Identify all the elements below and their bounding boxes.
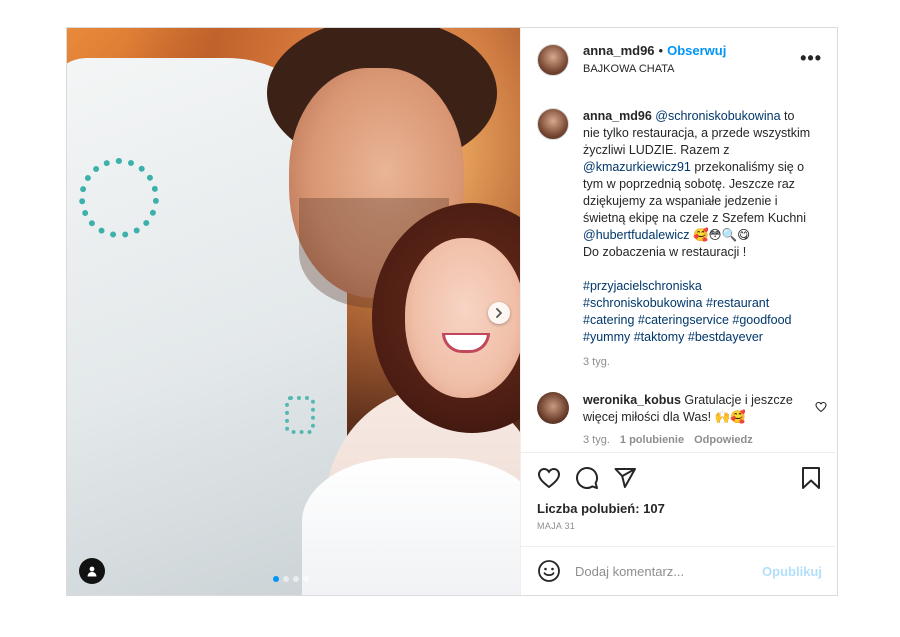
comment-item: weronika_kobus Gratulacje i jeszcze więc…	[537, 392, 827, 449]
heart-icon	[815, 401, 827, 413]
more-options-icon[interactable]: •••	[800, 48, 822, 69]
like-button[interactable]	[537, 466, 561, 490]
mention-link[interactable]: @kmazurkiewicz91	[583, 160, 691, 174]
emoji-icon[interactable]	[537, 559, 561, 583]
carousel-dot	[283, 576, 289, 582]
chevron-right-icon	[496, 308, 502, 318]
post-location[interactable]: BAJKOWA CHATA	[583, 61, 726, 77]
paper-plane-icon	[614, 468, 636, 488]
hashtag-link[interactable]: #schroniskobukowina #restaurant	[583, 296, 769, 310]
post-date: MAJA 31	[537, 521, 576, 531]
carousel-next-button[interactable]	[488, 302, 510, 324]
comment-likes[interactable]: 1 polubienie	[620, 432, 684, 449]
carousel-dot	[303, 576, 309, 582]
add-comment-bar: Dodaj komentarz... Opublikuj	[521, 546, 838, 595]
likes-count[interactable]: Liczba polubień: 107	[537, 501, 822, 516]
post-actions: Liczba polubień: 107 MAJA 31	[521, 452, 838, 531]
post-header: anna_md96 • Obserwuj BAJKOWA CHATA •••	[521, 28, 838, 92]
photo-jacket-logo	[79, 158, 159, 238]
post-card: anna_md96 • Obserwuj BAJKOWA CHATA ••• ann…	[66, 27, 838, 596]
heart-icon	[537, 467, 561, 489]
post-comment-button[interactable]: Opublikuj	[762, 564, 822, 579]
commenter-username[interactable]: weronika_kobus	[583, 393, 681, 407]
post-side-panel: anna_md96 • Obserwuj BAJKOWA CHATA ••• ann…	[520, 28, 838, 595]
save-button[interactable]	[800, 466, 822, 490]
author-username[interactable]: anna_md96	[583, 43, 655, 58]
hashtag-link[interactable]: #przyjacielschroniska	[583, 279, 702, 293]
caption-username[interactable]: anna_md96	[583, 109, 652, 123]
carousel-dot	[293, 576, 299, 582]
caption-author-avatar[interactable]	[537, 108, 569, 140]
comment-bubble-icon	[576, 467, 599, 489]
comment-input[interactable]: Dodaj komentarz...	[575, 564, 762, 579]
hashtag-link[interactable]: #yummy #taktomy #bestdayever	[583, 330, 763, 344]
comment-like-button[interactable]	[815, 400, 827, 416]
mention-link[interactable]: @schroniskobukowina	[655, 109, 780, 123]
mention-link[interactable]: @hubertfudalewicz	[583, 228, 690, 242]
tagged-users-button[interactable]	[79, 558, 105, 584]
comment-reply-button[interactable]: Odpowiedz	[694, 432, 753, 449]
post-caption: anna_md96 @schroniskobukowina to nie tyl…	[537, 108, 827, 371]
post-photo[interactable]	[67, 28, 520, 595]
comment-timestamp[interactable]: 3 tyg.	[583, 432, 610, 449]
header-separator: •	[658, 43, 664, 58]
carousel-indicator	[273, 576, 309, 582]
caption-timestamp[interactable]: 3 tyg.	[583, 354, 813, 371]
photo-dress	[302, 458, 520, 595]
carousel-dot-active	[273, 576, 279, 582]
user-icon	[87, 566, 97, 577]
commenter-avatar[interactable]	[537, 392, 569, 424]
author-avatar[interactable]	[537, 44, 569, 76]
hashtag-link[interactable]: #catering #cateringservice #goodfood	[583, 313, 791, 327]
comment-button[interactable]	[575, 466, 599, 490]
bookmark-icon	[802, 467, 820, 489]
caption-emojis: 🥰😳🔍😋	[689, 228, 751, 242]
follow-button[interactable]: Obserwuj	[667, 43, 726, 58]
photo-jacket-logo-small	[285, 396, 315, 434]
share-button[interactable]	[613, 466, 637, 490]
caption-text: Do zobaczenia w restauracji !	[583, 245, 747, 259]
